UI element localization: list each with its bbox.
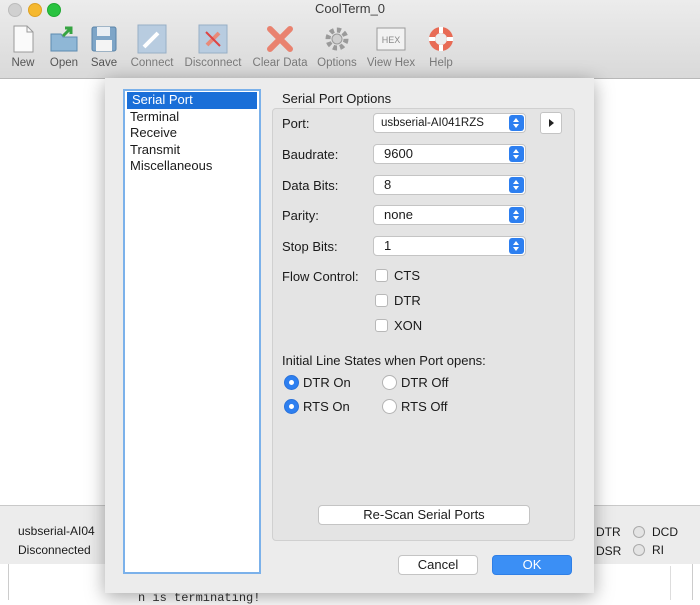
rescan-serial-ports-button[interactable]: Re-Scan Serial Ports	[318, 505, 530, 525]
connect-plug-icon	[137, 24, 167, 54]
cts-label: CTS	[394, 268, 420, 283]
category-serial-port[interactable]: Serial Port	[127, 92, 257, 109]
clear-x-icon	[265, 24, 295, 54]
rts-on-label: RTS On	[303, 399, 350, 414]
ri-indicator-label: RI	[652, 543, 664, 557]
window-toolbar: CoolTerm_0 New Open Save Connect Disconn…	[0, 0, 700, 79]
cts-checkbox[interactable]	[375, 269, 388, 282]
stopbits-label: Stop Bits:	[282, 239, 338, 254]
status-connection-state: Disconnected	[18, 543, 91, 557]
disconnect-button[interactable]: Disconnect	[182, 20, 244, 69]
dtr-checkbox[interactable]	[375, 294, 388, 307]
dcd-indicator-label: DCD	[652, 525, 678, 539]
port-label: Port:	[282, 116, 310, 131]
new-document-icon	[8, 24, 38, 54]
terminal-scrollbar[interactable]	[670, 566, 671, 600]
connect-label: Connect	[130, 57, 174, 69]
parity-label: Parity:	[282, 208, 319, 223]
xon-label: XON	[394, 318, 423, 333]
hex-icon: HEX	[376, 24, 406, 54]
dtr-on-label: DTR On	[303, 375, 351, 390]
rts-on-radio[interactable]	[284, 399, 299, 414]
category-receive[interactable]: Receive	[125, 125, 259, 142]
databits-select[interactable]: 8	[373, 175, 526, 195]
open-folder-icon	[49, 24, 79, 54]
hex-badge-text: HEX	[382, 35, 401, 45]
chevron-updown-icon	[509, 115, 524, 131]
parity-value: none	[384, 207, 413, 222]
category-terminal[interactable]: Terminal	[125, 109, 259, 126]
open-label: Open	[49, 57, 79, 69]
terminal-divider	[8, 564, 9, 600]
help-lifebuoy-icon	[426, 24, 456, 54]
rts-off-radio[interactable]	[382, 399, 397, 414]
dcd-led	[633, 526, 645, 538]
options-label: Options	[317, 57, 357, 69]
dtr-label: DTR	[394, 293, 421, 308]
help-label: Help	[429, 57, 453, 69]
baudrate-label: Baudrate:	[282, 147, 339, 162]
stopbits-select[interactable]: 1	[373, 236, 526, 256]
dtr-off-radio[interactable]	[382, 375, 397, 390]
chevron-updown-icon	[509, 238, 524, 254]
dtr-on-radio[interactable]	[284, 375, 299, 390]
ok-button[interactable]: OK	[492, 555, 572, 575]
ri-led	[633, 544, 645, 556]
serial-options-panel	[272, 108, 575, 541]
save-label: Save	[90, 57, 118, 69]
port-value: usbserial-AI041RZS	[381, 117, 484, 129]
status-port-name: usbserial-AI04	[18, 524, 95, 538]
baudrate-select[interactable]: 9600	[373, 144, 526, 164]
options-dialog: Serial Port Terminal Receive Transmit Mi…	[105, 78, 594, 593]
initial-line-states-title: Initial Line States when Port opens:	[282, 353, 486, 368]
section-title: Serial Port Options	[282, 91, 392, 106]
category-transmit[interactable]: Transmit	[125, 142, 259, 159]
rts-off-label: RTS Off	[401, 399, 448, 414]
dtr-off-label: DTR Off	[401, 375, 449, 390]
chevron-updown-icon	[509, 207, 524, 223]
xon-checkbox[interactable]	[375, 319, 388, 332]
disconnect-label: Disconnect	[184, 57, 242, 69]
connect-button[interactable]: Connect	[126, 20, 178, 69]
stopbits-value: 1	[384, 238, 392, 253]
terminal-text: n is terminating!	[138, 591, 261, 605]
play-arrow-icon	[549, 119, 554, 127]
save-button[interactable]: Save	[88, 20, 120, 69]
port-info-button[interactable]	[540, 112, 562, 134]
window-title: CoolTerm_0	[314, 1, 386, 16]
clear-data-button[interactable]: Clear Data	[252, 20, 308, 69]
view-hex-button[interactable]: HEX View Hex	[364, 20, 418, 69]
category-miscellaneous[interactable]: Miscellaneous	[125, 158, 259, 175]
new-button[interactable]: New	[6, 20, 40, 69]
chevron-updown-icon	[509, 146, 524, 162]
options-gear-icon	[322, 24, 352, 54]
flow-control-label: Flow Control:	[282, 269, 359, 284]
help-button[interactable]: Help	[424, 20, 458, 69]
parity-select[interactable]: none	[373, 205, 526, 225]
cancel-button[interactable]: Cancel	[398, 555, 478, 575]
disconnect-plug-icon	[198, 24, 228, 54]
terminal-divider	[692, 564, 693, 600]
view-hex-label: View Hex	[366, 57, 416, 69]
databits-value: 8	[384, 177, 392, 192]
port-select[interactable]: usbserial-AI041RZS	[373, 113, 526, 133]
dtr-indicator-label: DTR	[596, 525, 621, 539]
chevron-updown-icon	[509, 177, 524, 193]
clear-data-label: Clear Data	[252, 57, 308, 69]
dsr-indicator-label: DSR	[596, 544, 622, 558]
save-disk-icon	[89, 24, 119, 54]
open-button[interactable]: Open	[46, 20, 82, 69]
options-button[interactable]: Options	[316, 20, 358, 69]
baudrate-value: 9600	[384, 146, 413, 161]
databits-label: Data Bits:	[282, 178, 339, 193]
new-label: New	[11, 57, 35, 69]
options-category-list[interactable]: Serial Port Terminal Receive Transmit Mi…	[123, 89, 261, 574]
